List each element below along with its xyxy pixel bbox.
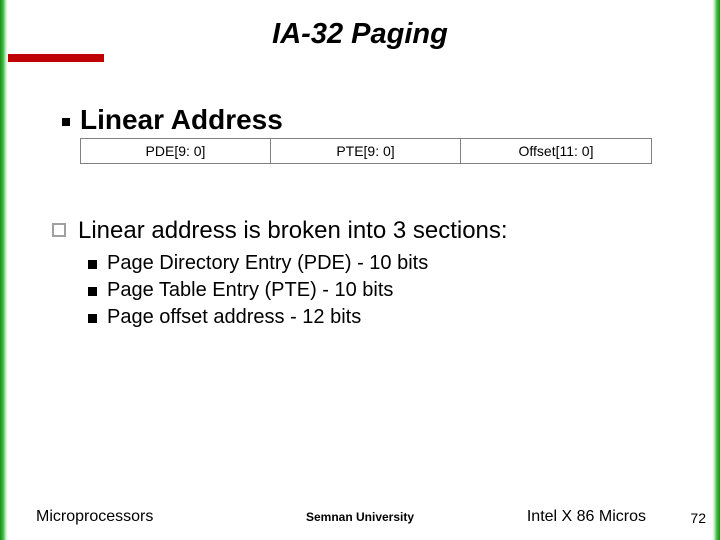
table-cell-pde: PDE[9: 0] bbox=[81, 139, 271, 163]
hollow-square-bullet-icon bbox=[52, 223, 66, 237]
filled-square-bullet-icon bbox=[88, 287, 97, 296]
sub-bullet-text: Page Table Entry (PTE) - 10 bits bbox=[107, 279, 393, 302]
left-gradient-border bbox=[0, 0, 8, 540]
sub-bullet-text: Page Directory Entry (PDE) - 10 bits bbox=[107, 252, 428, 275]
list-item: Page offset address - 12 bits bbox=[88, 306, 428, 329]
filled-square-bullet-icon bbox=[88, 260, 97, 269]
filled-square-bullet-icon bbox=[88, 314, 97, 323]
main-bullet-text: Linear address is broken into 3 sections… bbox=[78, 217, 508, 245]
right-gradient-border bbox=[712, 0, 720, 540]
sub-bullet-text: Page offset address - 12 bits bbox=[107, 306, 361, 329]
table-cell-pte: PTE[9: 0] bbox=[271, 139, 461, 163]
main-bullet-row: Linear address is broken into 3 sections… bbox=[52, 217, 508, 245]
list-item: Page Directory Entry (PDE) - 10 bits bbox=[88, 252, 428, 275]
page-number: 72 bbox=[690, 510, 706, 526]
heading-bullet-icon bbox=[62, 118, 70, 126]
sub-bullet-list: Page Directory Entry (PDE) - 10 bits Pag… bbox=[88, 252, 428, 333]
red-accent-bar bbox=[8, 54, 104, 62]
list-item: Page Table Entry (PTE) - 10 bits bbox=[88, 279, 428, 302]
linear-address-table: PDE[9: 0] PTE[9: 0] Offset[11: 0] bbox=[80, 138, 652, 164]
footer: Microprocessors Semnan University Intel … bbox=[0, 500, 720, 526]
footer-right: Intel X 86 Micros bbox=[527, 508, 646, 526]
slide-title: IA-32 Paging bbox=[0, 18, 720, 51]
diagram-heading: Linear Address bbox=[80, 104, 283, 136]
table-cell-offset: Offset[11: 0] bbox=[461, 139, 651, 163]
